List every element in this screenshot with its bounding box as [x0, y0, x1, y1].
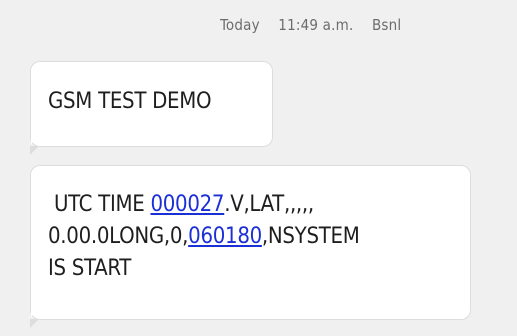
message-text-segment: .V,LAT,,,,,	[224, 192, 314, 217]
message-text-segment: ,NSYSTEM	[261, 224, 360, 249]
message-timestamp: Today 11:49 a.m. Bsnl	[220, 16, 480, 34]
message-text-segment: 0.00.0LONG,0,	[48, 224, 189, 249]
message-bubble-2[interactable]: UTC TIME 000027.V,LAT,,,,, 0.00.0LONG,0,0…	[30, 165, 471, 328]
bubble-tail	[30, 137, 39, 155]
message-text-segment: IS START	[48, 256, 132, 281]
message-bubble-1[interactable]: GSM TEST DEMO	[30, 61, 273, 155]
message-text-segment: UTC TIME	[48, 192, 151, 217]
message-text-2: UTC TIME 000027.V,LAT,,,,, 0.00.0LONG,0,0…	[48, 189, 440, 285]
timestamp-time: 11:49 a.m.	[278, 16, 354, 34]
phone-number-link-1[interactable]: 000027	[150, 192, 224, 217]
bubble-tail	[30, 310, 39, 328]
timestamp-sender: Bsnl	[371, 16, 402, 34]
phone-number-link-2[interactable]: 060180	[188, 224, 262, 249]
timestamp-day: Today	[220, 16, 260, 34]
message-text-1: GSM TEST DEMO	[48, 89, 212, 114]
